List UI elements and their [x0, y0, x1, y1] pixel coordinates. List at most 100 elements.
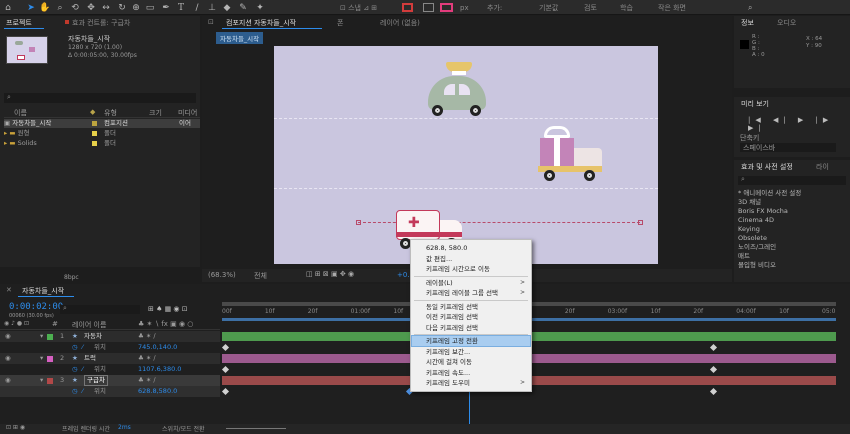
motion-path-keyframe[interactable] [638, 220, 643, 225]
menu-item[interactable]: 다음 키프레임 선택 [412, 323, 530, 333]
table-row[interactable]: ◷ ⁄ 위치 1107.6,380.0 [0, 364, 220, 375]
workspace-small-screen[interactable]: 작은 화면 [658, 2, 686, 14]
tab-effect-controls[interactable]: 효과 컨트롤: 구급차 [72, 17, 130, 29]
bpc-label[interactable]: 8bpc [64, 274, 79, 281]
timecode[interactable]: 0:00:02:00 [9, 302, 63, 312]
layer-switches[interactable]: ♣ ✶ ∕ [138, 331, 156, 342]
col-media[interactable]: 미디어 [178, 108, 197, 118]
menu-item[interactable]: 키프레임 속도... [412, 368, 530, 378]
shortcut-dropdown[interactable]: 스페이스바 [740, 143, 836, 152]
effects-item[interactable]: 3D 채널 [738, 198, 761, 207]
motion-path-keyframe[interactable] [356, 220, 361, 225]
project-item[interactable]: ▸ ▬ 원형 폴더 [4, 129, 116, 138]
text-tool-icon[interactable]: T [176, 3, 186, 13]
menu-item[interactable]: 레이블(L) > [412, 278, 530, 288]
workspace-review[interactable]: 검토 [584, 2, 597, 14]
menu-item[interactable]: 시간에 걸쳐 이동 [412, 357, 530, 367]
layer-expand-icon[interactable]: ▾ [40, 331, 43, 342]
timeline-switch-icons[interactable]: ⊞ ♠ ▦ ◉ ⊡ [148, 305, 188, 313]
eraser-tool-icon[interactable]: ◆ [222, 3, 232, 13]
menu-item[interactable]: 키프레임 레이블 그룹 선택 > [412, 288, 530, 298]
preview-controls[interactable]: |◀ ◀| ▶ |▶ ▶| [748, 116, 850, 132]
layer-expand-icon[interactable]: ▾ [40, 353, 43, 364]
puppet-tool-icon[interactable]: ✦ [255, 3, 265, 13]
effects-item[interactable]: 노이즈/그레인 [738, 243, 776, 252]
col-size[interactable]: 크기 [149, 108, 162, 118]
layer-color-swatch[interactable] [47, 334, 53, 340]
layer-name[interactable]: 자동차 [84, 331, 102, 342]
col-name[interactable]: 이름 [14, 108, 27, 118]
graph-icon[interactable]: ⁄ [82, 342, 83, 353]
col-type[interactable]: 유형 [104, 108, 117, 118]
quality-dropdown[interactable]: 전체 [254, 271, 267, 281]
roto-tool-icon[interactable]: ✎ [238, 3, 248, 13]
project-search-input[interactable]: ⌕ [4, 93, 196, 103]
menu-item[interactable]: 628.8, 580.0 [412, 243, 530, 253]
effects-item[interactable]: Boris FX Mocha [738, 207, 788, 216]
menu-item[interactable]: 키프레임 시간으로 이동 [412, 264, 530, 274]
workspace-default[interactable]: 기본값 [539, 2, 558, 14]
col-layer-name[interactable]: 레이어 이름 [72, 320, 106, 330]
footer-icons[interactable]: ⊡ ⊞ ◉ [6, 424, 25, 431]
stopwatch-icon[interactable]: ◷ [72, 386, 78, 397]
truck-graphic[interactable] [536, 126, 611, 190]
brush-tool-icon[interactable]: / [192, 3, 202, 13]
selection-tool-icon[interactable]: ➤ [26, 3, 36, 13]
effects-item[interactable]: * 애니메이션 사전 설정 [738, 189, 801, 198]
property-value[interactable]: 745.0,140.0 [138, 342, 177, 353]
property-value[interactable]: 1107.6,380.0 [138, 364, 181, 375]
menu-item[interactable]: 키프레임 도우미 > [412, 378, 530, 388]
layer-color-swatch[interactable] [47, 378, 53, 384]
stroke-swatch[interactable] [423, 3, 434, 12]
car-graphic[interactable] [424, 60, 494, 120]
orbit-tool-icon[interactable]: ⟲ [70, 3, 80, 13]
menu-item[interactable]: 키프레임 보간... [412, 347, 530, 357]
stopwatch-icon[interactable]: ◷ [72, 364, 78, 375]
table-row[interactable]: ◷ ⁄ 위치 745.0,140.0 [0, 342, 220, 353]
menu-item[interactable]: 키프레임 고정 전환 [411, 335, 531, 347]
effects-title[interactable]: 효과 및 사전 설정 [741, 161, 793, 173]
stopwatch-icon[interactable]: ◷ [72, 342, 78, 353]
effects-item[interactable]: Cinema 4D [738, 216, 774, 225]
effects-search-input[interactable]: ⌕ [738, 175, 846, 185]
visibility-eye-icon[interactable]: ◉ [5, 353, 11, 364]
close-tab-icon[interactable]: ✕ [6, 286, 12, 294]
pan-tool-icon[interactable]: ✥ [86, 3, 96, 13]
effects-item[interactable]: 몰입형 비디오 [738, 261, 776, 270]
tab-extra[interactable]: 폰 [337, 17, 343, 29]
pen-tool-icon[interactable]: ✒ [161, 3, 171, 13]
layer-switches[interactable]: ♣ ✶ ∕ [138, 375, 156, 386]
tab-info[interactable]: 정보 [741, 17, 754, 29]
menu-item[interactable]: 이전 키프레임 선택 [412, 312, 530, 322]
table-row[interactable]: ◉ ▾ 1 ★ 자동차 ♣ ✶ ∕ [0, 331, 220, 342]
graph-icon[interactable]: ⁄ [82, 364, 83, 375]
anchor-tool-icon[interactable]: ⊕ [131, 3, 141, 13]
zoom-tool-icon[interactable]: ⌕ [55, 3, 65, 13]
table-row[interactable]: ◉ ▾ 3 ★ 구급차 ♣ ✶ ∕ [0, 375, 220, 386]
project-item[interactable]: ▣ 자동차들_시작 컴포지션 이어 [4, 119, 200, 128]
graph-icon[interactable]: ⁄ [82, 386, 83, 397]
lock-icon[interactable]: ⊡ [208, 18, 214, 26]
project-item[interactable]: ▸ ▬ Solids 폴더 [4, 139, 116, 148]
table-row[interactable]: ◷ ⁄ 위치 628.8,580.0 [0, 386, 220, 397]
toggle-switches-modes[interactable]: 스위치/모드 전환 [162, 424, 205, 433]
visibility-eye-icon[interactable]: ◉ [5, 375, 11, 386]
tab-library[interactable]: 라이 [816, 161, 829, 173]
zoom-dropdown[interactable]: (68.3%) [208, 271, 236, 279]
menu-item[interactable]: 동일 키프레임 선택 [412, 302, 530, 312]
timeline-search-input[interactable]: ⌕ [60, 304, 140, 314]
visibility-eye-icon[interactable]: ◉ [5, 331, 11, 342]
table-row[interactable]: ◉ ▾ 2 ★ 트럭 ♣ ✶ ∕ [0, 353, 220, 364]
tab-layer[interactable]: 레이어 (없음) [380, 17, 420, 29]
layer-switches[interactable]: ♣ ✶ ∕ [138, 353, 156, 364]
layer-color-swatch[interactable] [47, 356, 53, 362]
menu-item[interactable]: 값 편집... [412, 254, 530, 264]
layer-expand-icon[interactable]: ▾ [40, 375, 43, 386]
home-icon[interactable]: ⌂ [3, 3, 13, 13]
tab-audio[interactable]: 오디오 [777, 17, 796, 29]
stroke-active-swatch[interactable] [440, 3, 453, 12]
clone-tool-icon[interactable]: ⊥ [207, 3, 217, 13]
dolly-tool-icon[interactable]: ↔ [101, 3, 111, 13]
effects-item[interactable]: 매트 [738, 252, 750, 261]
layer-name[interactable]: 구급차 [84, 375, 108, 386]
